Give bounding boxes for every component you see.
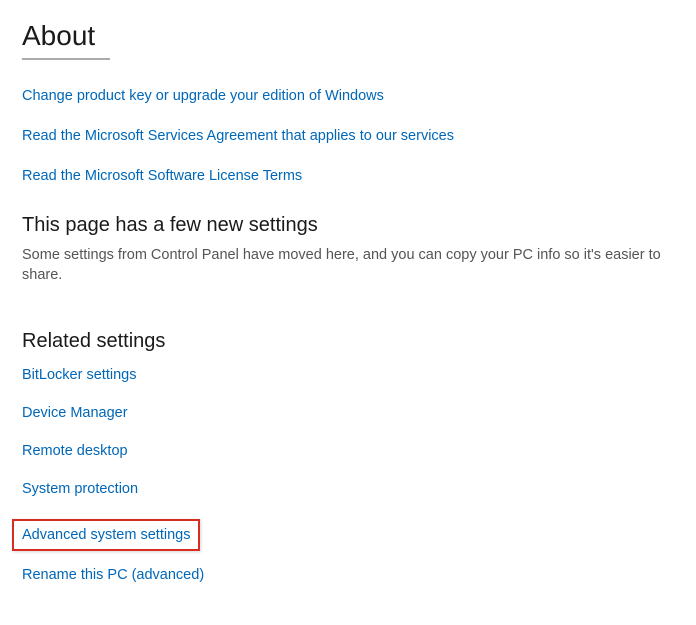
info-section-heading: This page has a few new settings	[22, 214, 674, 237]
microsoft-software-license-link[interactable]: Read the Microsoft Software License Term…	[22, 168, 302, 184]
microsoft-services-agreement-link[interactable]: Read the Microsoft Services Agreement th…	[22, 128, 454, 144]
related-settings-heading: Related settings	[22, 330, 674, 353]
device-manager-link[interactable]: Device Manager	[22, 405, 128, 421]
page-title: About	[22, 20, 674, 52]
info-section-text: Some settings from Control Panel have mo…	[22, 245, 674, 286]
change-product-key-link[interactable]: Change product key or upgrade your editi…	[22, 88, 384, 104]
advanced-system-settings-link[interactable]: Advanced system settings	[22, 527, 190, 543]
remote-desktop-link[interactable]: Remote desktop	[22, 443, 128, 459]
rename-this-pc-link[interactable]: Rename this PC (advanced)	[22, 567, 204, 583]
system-protection-link[interactable]: System protection	[22, 481, 138, 497]
bitlocker-settings-link[interactable]: BitLocker settings	[22, 367, 136, 383]
highlighted-link-box: Advanced system settings	[12, 519, 200, 551]
title-underline	[22, 58, 110, 60]
